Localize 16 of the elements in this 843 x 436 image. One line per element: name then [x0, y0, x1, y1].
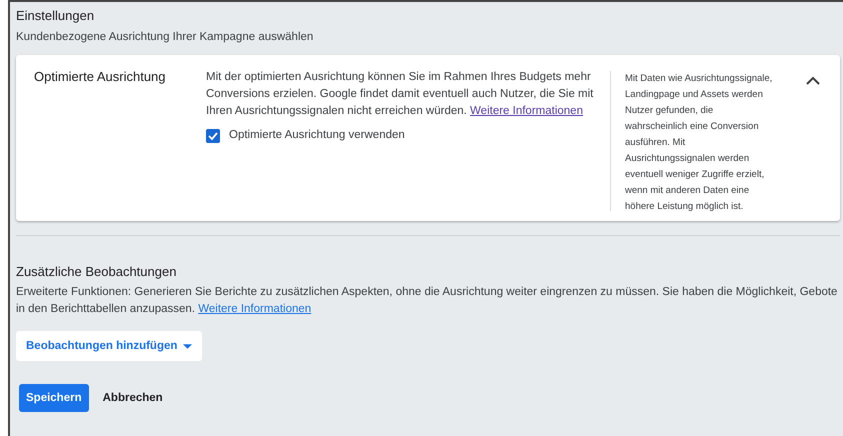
dropdown-button[interactable]: Beobachtungen hinzufügen [16, 331, 202, 361]
info-text: Mit Daten wie Ausrichtungssignale, Landingpage und Assets werden Nutzer gefunden, die wahrscheinlich eine Conversion ausführen. Mit Ausrichtungssignalen werden eventuell weniger Zugriffe erzielt, wenn mit anderen Daten eine höhere Leistung möglich ist. [610, 71, 775, 211]
save-button[interactable]: Speichern [19, 384, 89, 412]
cancel-button[interactable]: Abbrechen [100, 384, 165, 412]
chevron-up-icon[interactable] [806, 76, 820, 85]
checkbox-label: Optimierte Ausrichtung verwenden [229, 128, 405, 143]
section-subtitle: Kundenbezogene Ausrichtung Ihrer Kampagne auswählen [16, 31, 314, 43]
checkbox[interactable] [206, 128, 220, 142]
caret-icon [183, 344, 192, 348]
description-text: Erweiterte Funktionen: Generieren Sie Berichte zu zusätzlichen Aspekten, ohne die Ausrichtung weiter eingrenzen zu müssen. Sie haben die Möglichkeit, Gebote in den Berichttabellen anzupassen. Weitere Informationen [16, 285, 838, 317]
learn-more-link[interactable]: Weitere Informationen [198, 303, 312, 315]
section-title: Einstellungen [16, 8, 96, 23]
card-title: Optimierte Ausrichtung [34, 69, 167, 86]
learn-more-link[interactable]: Weitere Informationen [470, 105, 583, 117]
section-title: Zusätzliche Beobachtungen [16, 264, 178, 279]
description-text: Mit der optimierten Ausrichtung können Sie im Rahmen Ihres Budgets mehr Conversions erzielen. Google findet damit eventuell auch Nutzer, die Sie mit Ihren Ausrichtungssignalen nicht erreichen würden. Weitere Informationen [206, 70, 594, 119]
